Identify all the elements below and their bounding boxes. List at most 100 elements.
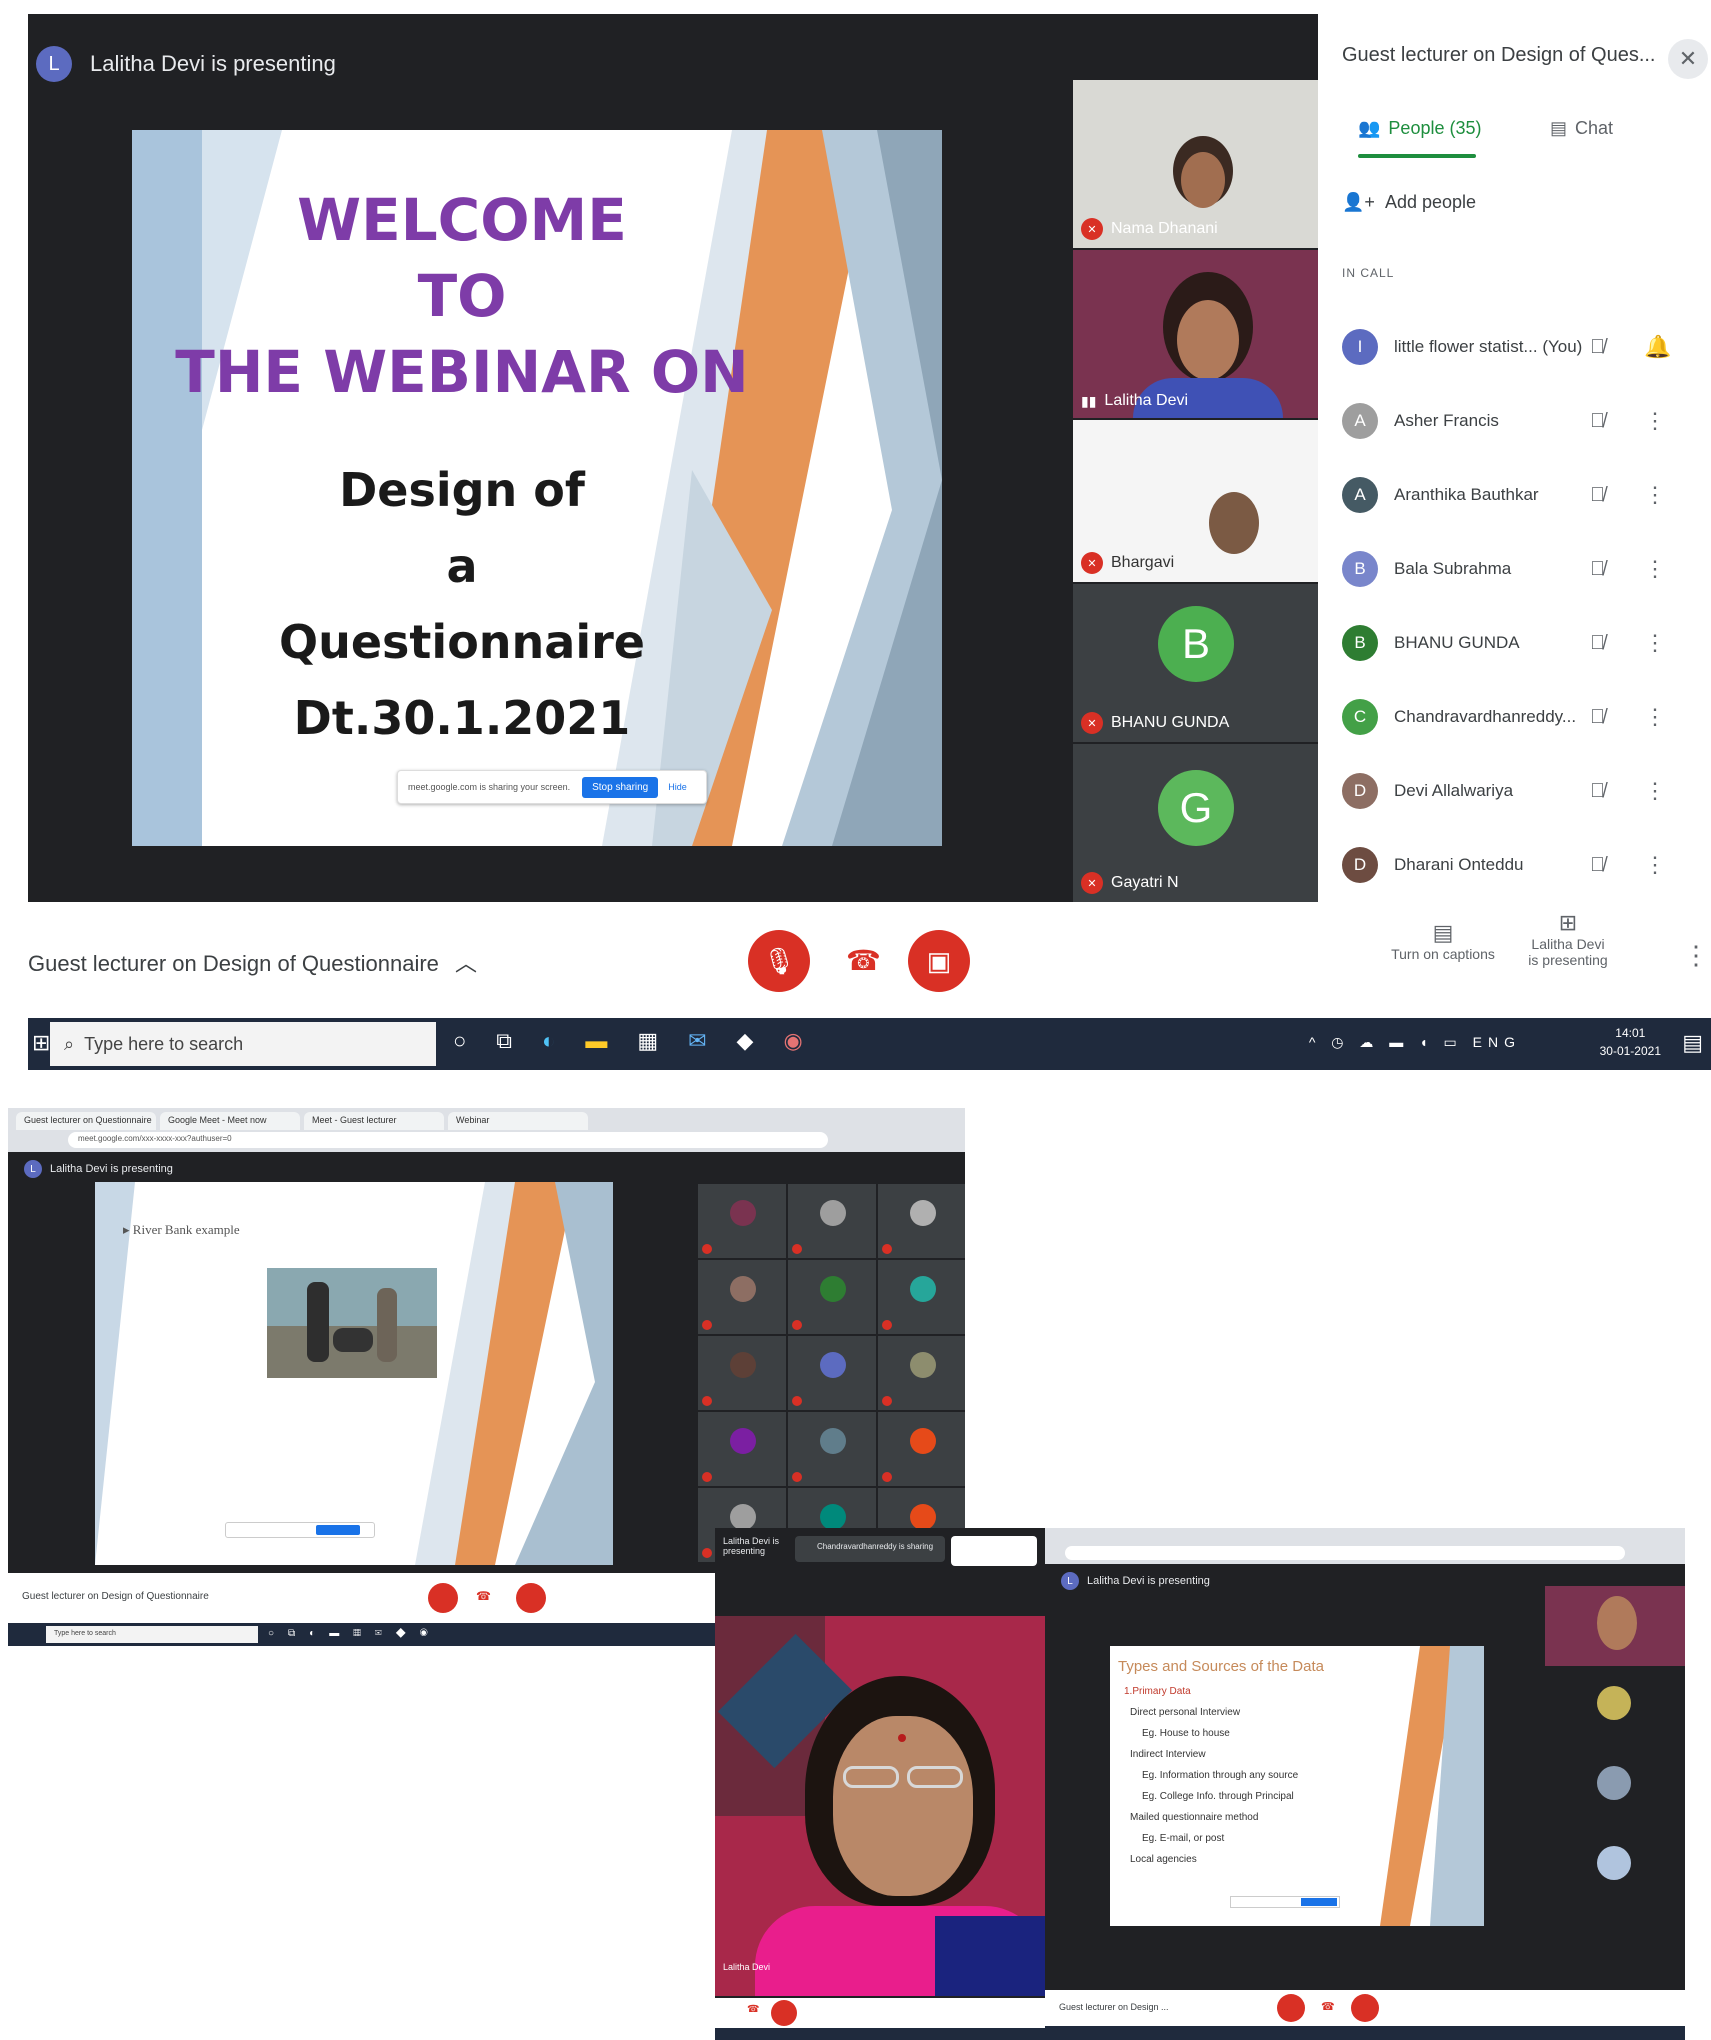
more-options-button[interactable]: ⋮ xyxy=(1683,940,1709,971)
participant-tile[interactable]: ▮▮ Lalitha Devi xyxy=(1073,250,1318,418)
mic-toggle-button[interactable] xyxy=(428,1583,458,1613)
people-list-item[interactable]: B BHANU GUNDA 🎙̸ ⋮ xyxy=(1342,618,1702,668)
participant-tile[interactable] xyxy=(788,1260,876,1334)
participant-tile[interactable]: G ✕ Gayatri N xyxy=(1073,744,1318,902)
people-list-item[interactable]: A Aranthika Bauthkar 🎙̸ ⋮ xyxy=(1342,470,1702,520)
taskbar-search[interactable]: ⌕ Type here to search xyxy=(50,1022,436,1066)
mic-off-icon[interactable]: 🎙̸ xyxy=(1590,706,1605,729)
address-bar[interactable]: meet.google.com/xxx-xxxx-xxx?authuser=0 xyxy=(68,1132,828,1148)
participant-tile[interactable] xyxy=(698,1184,786,1258)
taskbar-clock[interactable]: 14:01 30-01-2021 xyxy=(1600,1024,1661,1060)
more-options-icon[interactable]: ⋮ xyxy=(1644,556,1666,582)
leave-call-button[interactable]: ☎ xyxy=(846,944,881,977)
camera-toggle-button[interactable]: ▣ xyxy=(908,930,970,992)
file-explorer-icon[interactable]: ▬ xyxy=(585,1028,607,1054)
people-list-item[interactable]: B Bala Subrahma 🎙̸ ⋮ xyxy=(1342,544,1702,594)
mic-toggle-button[interactable]: 🎙 xyxy=(748,930,810,992)
meet-toolbar[interactable] xyxy=(951,1536,1037,1566)
mic-toggle-button[interactable] xyxy=(771,2000,797,2026)
mic-off-icon[interactable]: 🎙̸ xyxy=(1590,336,1605,359)
participant-tile[interactable] xyxy=(878,1336,965,1410)
participant-tile[interactable] xyxy=(1545,1586,1685,1666)
participant-tile[interactable] xyxy=(878,1412,965,1486)
browser-tab[interactable]: Meet - Guest lecturer xyxy=(304,1112,444,1130)
more-options-icon[interactable]: ⋮ xyxy=(1644,704,1666,730)
participant-avatar xyxy=(730,1200,756,1226)
leave-call-button[interactable]: ☎ xyxy=(1321,2000,1335,2013)
participant-tile[interactable] xyxy=(698,1336,786,1410)
chrome-icon[interactable]: ◉ xyxy=(783,1028,802,1054)
presenting-button[interactable]: ⊞ Lalitha Devi is presenting xyxy=(1508,910,1628,968)
participant-tile[interactable] xyxy=(788,1412,876,1486)
participant-tile[interactable] xyxy=(698,1260,786,1334)
sharing-notice-text: Chandravardhanreddy is sharing xyxy=(817,1542,934,1551)
mic-off-icon[interactable]: 🎙̸ xyxy=(1590,484,1605,507)
leave-call-button[interactable]: ☎ xyxy=(747,2004,759,2015)
people-list-item[interactable]: A Asher Francis 🎙̸ ⋮ xyxy=(1342,396,1702,446)
participant-tile[interactable]: ✕ Nama Dhanani xyxy=(1073,80,1318,248)
meeting-title[interactable]: Guest lecturer on Design of Questionnair… xyxy=(22,1591,209,1602)
close-panel-button[interactable]: ✕ xyxy=(1668,39,1708,79)
share-notice-text: meet.google.com is sharing your screen. xyxy=(408,782,571,792)
presenting-label: Lalitha Devi is presenting xyxy=(723,1536,780,1556)
leave-call-button[interactable]: ☎ xyxy=(476,1589,491,1603)
stop-sharing-button[interactable] xyxy=(316,1525,360,1535)
address-bar[interactable] xyxy=(1065,1546,1625,1560)
person-avatar: B xyxy=(1342,551,1378,587)
mic-off-icon[interactable]: 🎙̸ xyxy=(1590,632,1605,655)
stop-sharing-button[interactable] xyxy=(1301,1898,1337,1906)
tab-chat[interactable]: ▤ Chat xyxy=(1550,118,1613,139)
people-list-item[interactable]: Ilittle flower statist... (You) 🎙̸ 🔔 xyxy=(1342,322,1702,372)
mic-off-icon[interactable]: 🎙̸ xyxy=(1590,410,1605,433)
participant-tile[interactable] xyxy=(698,1412,786,1486)
browser-tab[interactable]: Guest lecturer on Questionnaire xyxy=(16,1112,156,1130)
app-icon[interactable]: ◆ xyxy=(737,1028,754,1054)
participant-tile[interactable] xyxy=(878,1184,965,1258)
tray-icons[interactable]: ^ ◷ ☁ ▬ ◖ ▭ xyxy=(1309,1034,1463,1050)
taskbar-search[interactable]: Type here to search xyxy=(46,1626,258,1643)
language-indicator[interactable]: ENG xyxy=(1473,1034,1521,1050)
stop-sharing-button[interactable]: Stop sharing xyxy=(582,776,659,798)
tab-people[interactable]: 👥 People (35) xyxy=(1358,118,1481,139)
taskbar-apps[interactable]: ○⧉◐▬▦✉◆◉ xyxy=(268,1628,442,1639)
participant-tile[interactable] xyxy=(788,1336,876,1410)
meeting-title[interactable]: Guest lecturer on Design of Questionnair… xyxy=(28,946,477,978)
meeting-title[interactable]: Guest lecturer on Design ... xyxy=(1059,2002,1169,2012)
third-meet-screenshot: Lalitha Devi is presenting Chandravardha… xyxy=(715,1528,1045,2040)
participant-tile[interactable]: ✕ Bhargavi xyxy=(1073,420,1318,582)
participant-tile[interactable] xyxy=(788,1184,876,1258)
mic-off-icon[interactable]: 🎙̸ xyxy=(1590,558,1605,581)
notification-icon[interactable]: ▤ xyxy=(1682,1030,1703,1056)
more-options-icon[interactable]: ⋮ xyxy=(1644,852,1666,878)
add-people-button[interactable]: 👤+ Add people xyxy=(1342,192,1476,213)
more-options-icon[interactable]: 🔔 xyxy=(1644,334,1671,360)
slide-bullet: Eg. E-mail, or post xyxy=(1142,1833,1225,1844)
participant-tile[interactable]: B ✕ BHANU GUNDA xyxy=(1073,584,1318,742)
presenter-banner-text: Lalitha Devi is presenting xyxy=(50,1163,173,1175)
browser-tab[interactable]: Webinar xyxy=(448,1112,588,1130)
edge-icon[interactable]: ◐ xyxy=(542,1028,555,1054)
camera-toggle-button[interactable] xyxy=(1351,1994,1379,2022)
mic-toggle-button[interactable] xyxy=(1277,1994,1305,2022)
hide-button[interactable]: Hide xyxy=(668,782,687,792)
store-icon[interactable]: ▦ xyxy=(637,1028,658,1054)
people-list-item[interactable]: C Chandravardhanreddy... 🎙̸ ⋮ xyxy=(1342,692,1702,742)
more-options-icon[interactable]: ⋮ xyxy=(1644,482,1666,508)
participant-avatar: B xyxy=(1158,606,1234,682)
mic-off-icon[interactable]: 🎙̸ xyxy=(1590,780,1605,803)
participant-tile[interactable] xyxy=(878,1260,965,1334)
start-button[interactable]: ⊞ xyxy=(32,1030,50,1056)
mic-off-icon: 🎙 xyxy=(762,945,796,976)
camera-toggle-button[interactable] xyxy=(516,1583,546,1613)
people-list-item[interactable]: D Dharani Onteddu 🎙̸ ⋮ xyxy=(1342,840,1702,890)
more-options-icon[interactable]: ⋮ xyxy=(1644,630,1666,656)
more-options-icon[interactable]: ⋮ xyxy=(1644,408,1666,434)
browser-tab[interactable]: Google Meet - Meet now xyxy=(160,1112,300,1130)
cortana-icon[interactable]: ○ xyxy=(453,1028,466,1054)
captions-button[interactable]: ▤ Turn on captions xyxy=(1383,920,1503,962)
task-view-icon[interactable]: ⧉ xyxy=(496,1028,512,1054)
people-list-item[interactable]: D Devi Allalwariya 🎙̸ ⋮ xyxy=(1342,766,1702,816)
more-options-icon[interactable]: ⋮ xyxy=(1644,778,1666,804)
mail-icon[interactable]: ✉ xyxy=(688,1028,706,1054)
mic-off-icon[interactable]: 🎙̸ xyxy=(1590,854,1605,877)
